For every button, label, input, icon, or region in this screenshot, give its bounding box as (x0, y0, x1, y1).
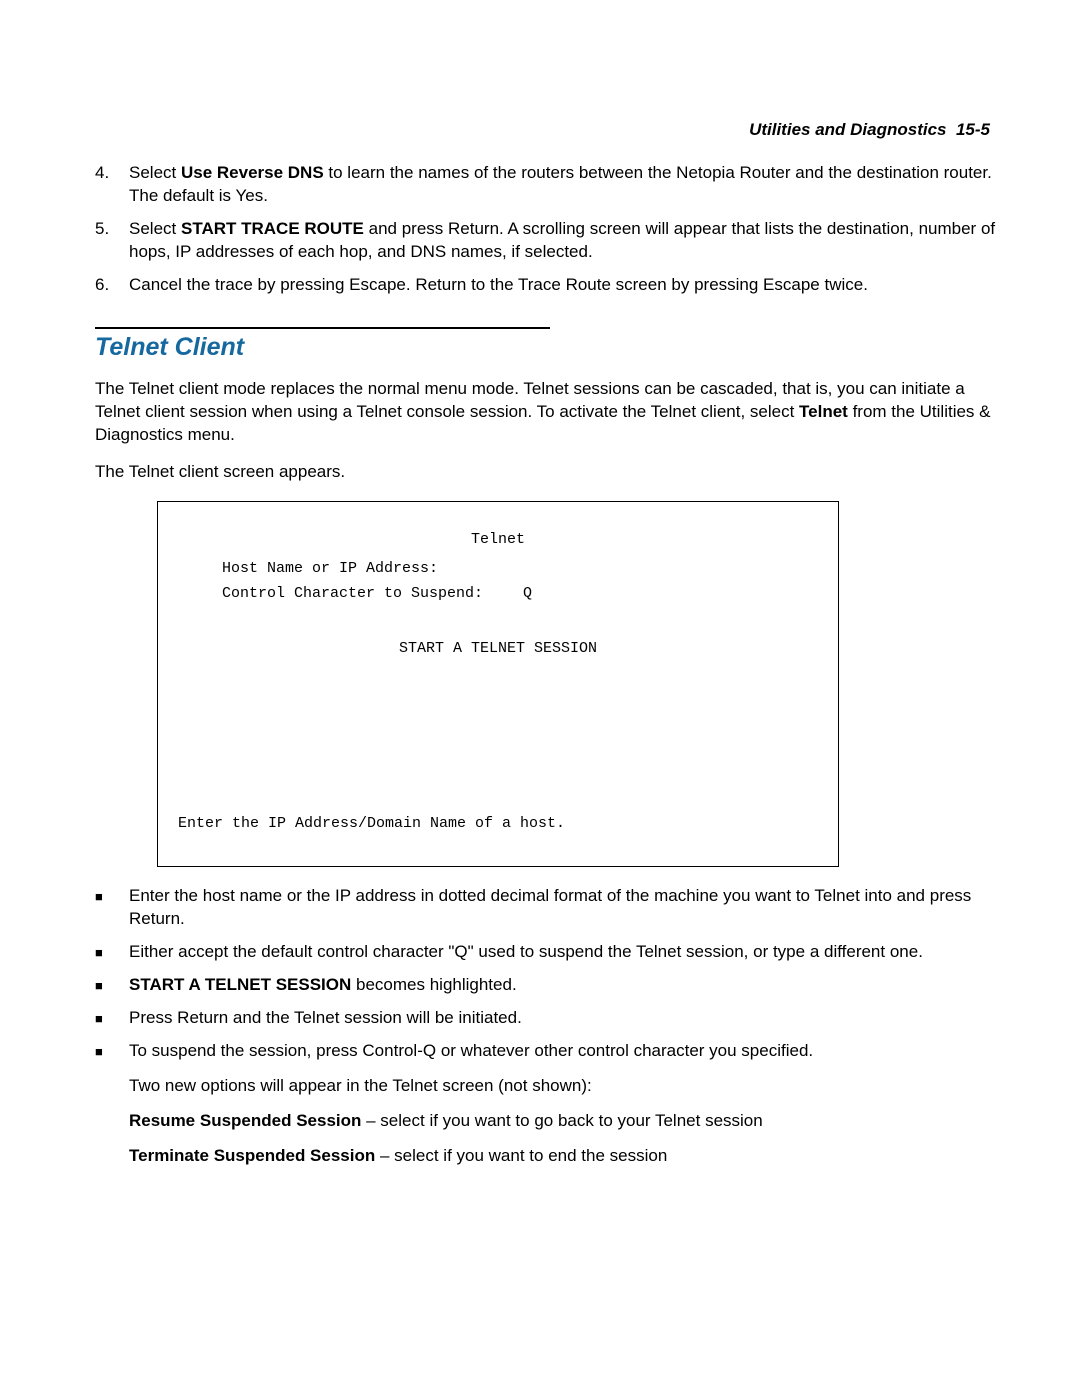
host-name-field-label: Host Name or IP Address: (222, 557, 818, 582)
resume-suspended-session-bold: Resume Suspended Session (129, 1111, 361, 1130)
section-title: Utilities and Diagnostics (749, 120, 946, 139)
step-number: 4. (95, 162, 129, 208)
control-char-row: Control Character to Suspend: Q (222, 582, 818, 607)
running-header: Utilities and Diagnostics 15-5 (95, 120, 1000, 140)
start-trace-route-label: START TRACE ROUTE (181, 219, 364, 238)
bullet-icon: ■ (95, 885, 129, 931)
list-item: ■ Either accept the default control char… (95, 941, 1000, 964)
bullet-icon: ■ (95, 974, 129, 997)
trace-route-steps: 4. Select Use Reverse DNS to learn the n… (95, 162, 1000, 297)
telnet-instructions-list: ■ Enter the host name or the IP address … (95, 885, 1000, 1063)
list-item: ■ Enter the host name or the IP address … (95, 885, 1000, 931)
bullet-icon: ■ (95, 1007, 129, 1030)
telnet-hint-text: Enter the IP Address/Domain Name of a ho… (178, 812, 565, 837)
use-reverse-dns-label: Use Reverse DNS (181, 163, 324, 182)
telnet-bold: Telnet (799, 402, 848, 421)
step-text: Select Use Reverse DNS to learn the name… (129, 162, 1000, 208)
telnet-client-heading: Telnet Client (95, 333, 1000, 362)
list-item: ■ Press Return and the Telnet session wi… (95, 1007, 1000, 1030)
start-telnet-session-label: START A TELNET SESSION (178, 637, 818, 662)
step-number: 6. (95, 274, 129, 297)
list-item-text: Enter the host name or the IP address in… (129, 885, 1000, 931)
telnet-terminal-screen: Telnet Host Name or IP Address: Control … (157, 501, 839, 867)
telnet-intro-para-2: The Telnet client screen appears. (95, 461, 1000, 484)
telnet-screen-title: Telnet (178, 528, 818, 553)
page-content: Utilities and Diagnostics 15-5 4. Select… (0, 0, 1080, 1240)
list-item-text: START A TELNET SESSION becomes highlight… (129, 974, 1000, 997)
telnet-intro-para-1: The Telnet client mode replaces the norm… (95, 378, 1000, 447)
control-char-value: Q (523, 582, 532, 607)
start-telnet-session-bold: START A TELNET SESSION (129, 975, 351, 994)
terminate-suspended-session-bold: Terminate Suspended Session (129, 1146, 375, 1165)
bullet-icon: ■ (95, 941, 129, 964)
suspend-options-intro: Two new options will appear in the Telne… (129, 1075, 1000, 1098)
list-item-text: Press Return and the Telnet session will… (129, 1007, 1000, 1030)
step-number: 5. (95, 218, 129, 264)
step-5: 5. Select START TRACE ROUTE and press Re… (95, 218, 1000, 264)
control-char-label: Control Character to Suspend: (222, 585, 483, 602)
resume-option: Resume Suspended Session – select if you… (129, 1110, 1000, 1133)
step-text: Select START TRACE ROUTE and press Retur… (129, 218, 1000, 264)
list-item: ■ START A TELNET SESSION becomes highlig… (95, 974, 1000, 997)
list-item-text: To suspend the session, press Control-Q … (129, 1040, 1000, 1063)
page-reference: 15-5 (956, 120, 990, 139)
step-4: 4. Select Use Reverse DNS to learn the n… (95, 162, 1000, 208)
list-item-text: Either accept the default control charac… (129, 941, 1000, 964)
step-text: Cancel the trace by pressing Escape. Ret… (129, 274, 1000, 297)
list-item: ■ To suspend the session, press Control-… (95, 1040, 1000, 1063)
step-6: 6. Cancel the trace by pressing Escape. … (95, 274, 1000, 297)
section-divider (95, 327, 550, 329)
bullet-icon: ■ (95, 1040, 129, 1063)
terminate-option: Terminate Suspended Session – select if … (129, 1145, 1000, 1168)
